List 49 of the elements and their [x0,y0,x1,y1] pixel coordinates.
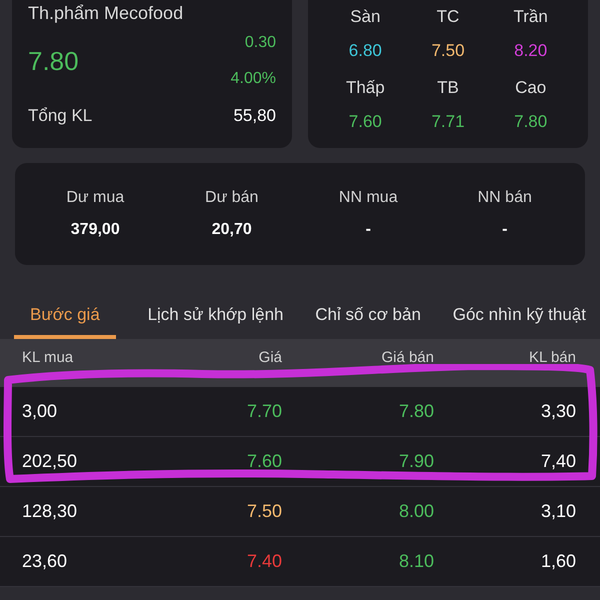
column-header: Giá [258,348,282,368]
buy-price-cell-text: 7.70 [246,400,282,423]
summary-label: Dư mua [66,188,124,208]
price-level-label: Thấp [346,77,385,99]
summary-value: - [502,220,508,240]
tab[interactable]: Góc nhìn kỹ thuật [452,302,586,339]
buy-volume-cell-text: 3,00 [22,400,58,423]
sell-volume-cell-text: 3,10 [540,500,576,523]
total-volume-label: Tổng KL [28,105,92,127]
price-level-value: 7.50 [431,40,465,62]
summary-label: Dư bán [205,188,258,208]
buy-price-cell-text: 7.40 [246,550,282,573]
sell-price-cell-text: 7.80 [398,400,434,423]
summary-label: NN bán [478,188,532,208]
buy-volume-cell-text: 23,60 [22,550,68,573]
column-header: KL bán [528,348,576,368]
price-level-label: Cao [515,77,546,99]
tab[interactable]: Chỉ số cơ bản [315,302,421,339]
price-level-label: Sàn [350,6,380,28]
buy-price-cell-text: 7.50 [246,500,282,523]
summary-value: - [366,220,371,240]
sell-volume-cell-text: 3,30 [540,400,576,423]
sell-price-cell-text: 8.00 [398,500,434,523]
sell-volume-cell-text: 7,40 [540,450,576,473]
tab[interactable]: Lịch sử khớp lệnh [148,302,284,339]
total-volume-value: 55,80 [233,105,276,127]
buy-volume-cell-text: 202,50 [22,450,78,473]
price-level-value: 7.80 [514,110,548,132]
price-change-percent: 4.00% [230,69,276,89]
price-level-value: 6.80 [348,40,382,62]
sell-price-cell-text: 7.90 [398,450,434,473]
summary-value: 379,00 [70,220,120,240]
sell-price-cell-text: 8.10 [398,550,434,573]
buy-price-cell-text: 7.60 [246,450,282,473]
price-level-label: Trần [513,6,548,28]
price-level-label: TC [436,6,460,28]
price-change: 0.30 [244,33,276,53]
sell-volume-cell-text: 1,60 [540,550,576,573]
stock-name: Th.phẩm Mecofood [28,2,184,25]
price-level-value: 8.20 [514,40,548,62]
column-header: KL mua [22,348,74,368]
column-header: Giá bán [380,348,434,368]
current-price: 7.80 [28,44,79,78]
price-level-label: TB [437,77,459,99]
summary-label: NN mua [338,188,398,208]
price-level-value: 7.71 [431,110,465,132]
buy-volume-cell-text: 128,30 [22,500,78,523]
price-level-value: 7.60 [348,110,382,132]
summary-value: 20,70 [212,220,252,240]
